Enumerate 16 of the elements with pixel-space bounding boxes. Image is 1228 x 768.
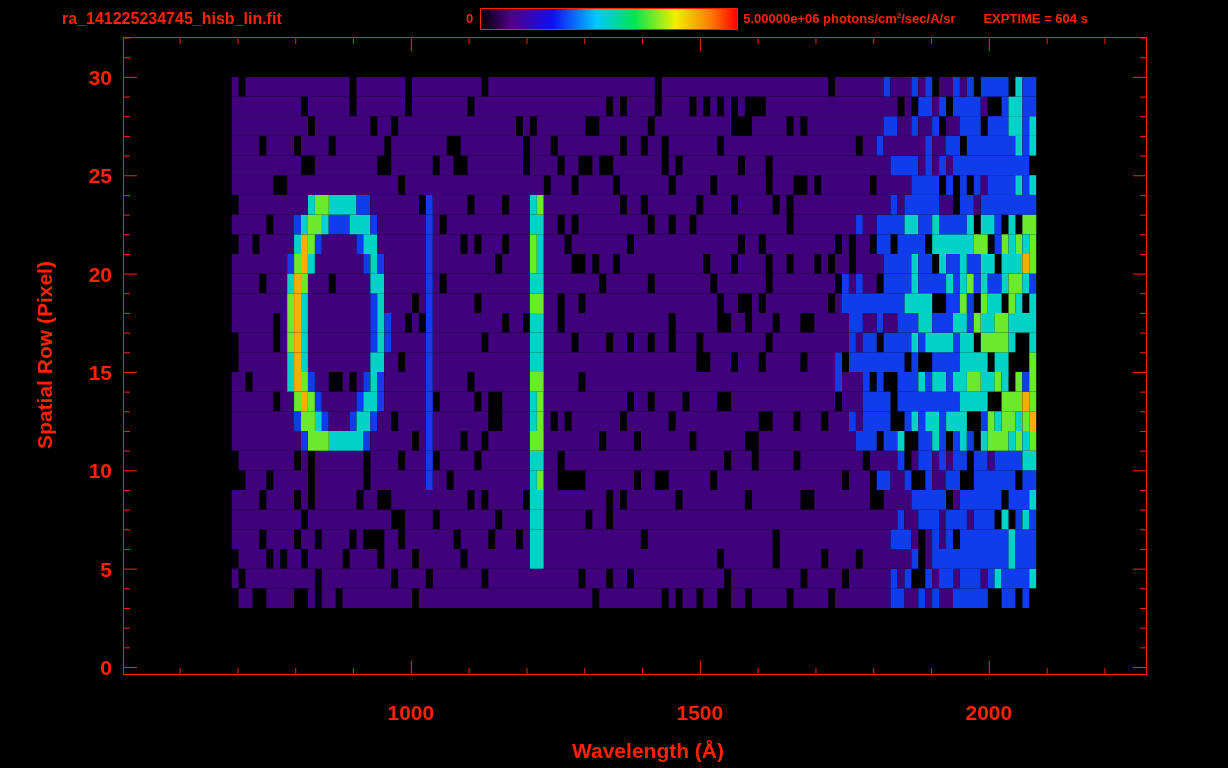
y-tick-label: 0 [100,656,112,679]
y-tick-label: 25 [88,164,112,188]
x-tick-label: 1000 [387,701,435,724]
y-axis-label: Spatial Row (Pixel) [33,261,56,449]
file-name: ra_141225234745_hisb_lin.fit [62,9,283,28]
x-tick-label: 1500 [676,701,724,724]
y-tick-label: 20 [88,262,112,286]
y-tick-label: 10 [88,459,112,483]
x-tick-label: 2000 [965,701,1013,724]
colorbar-min-label: 0 [466,11,474,26]
exposure-time: EXPTIME = 604 s [983,11,1088,26]
y-tick-label: 5 [100,557,112,581]
x-axis-label: Wavelength (Å) [571,739,725,762]
y-tick-label: 15 [88,360,112,384]
y-tick-label: 30 [88,65,112,89]
colorbar-max-label: 5.00000e+06 photons/cm$^{2}$/sec/A/sr [743,10,956,27]
